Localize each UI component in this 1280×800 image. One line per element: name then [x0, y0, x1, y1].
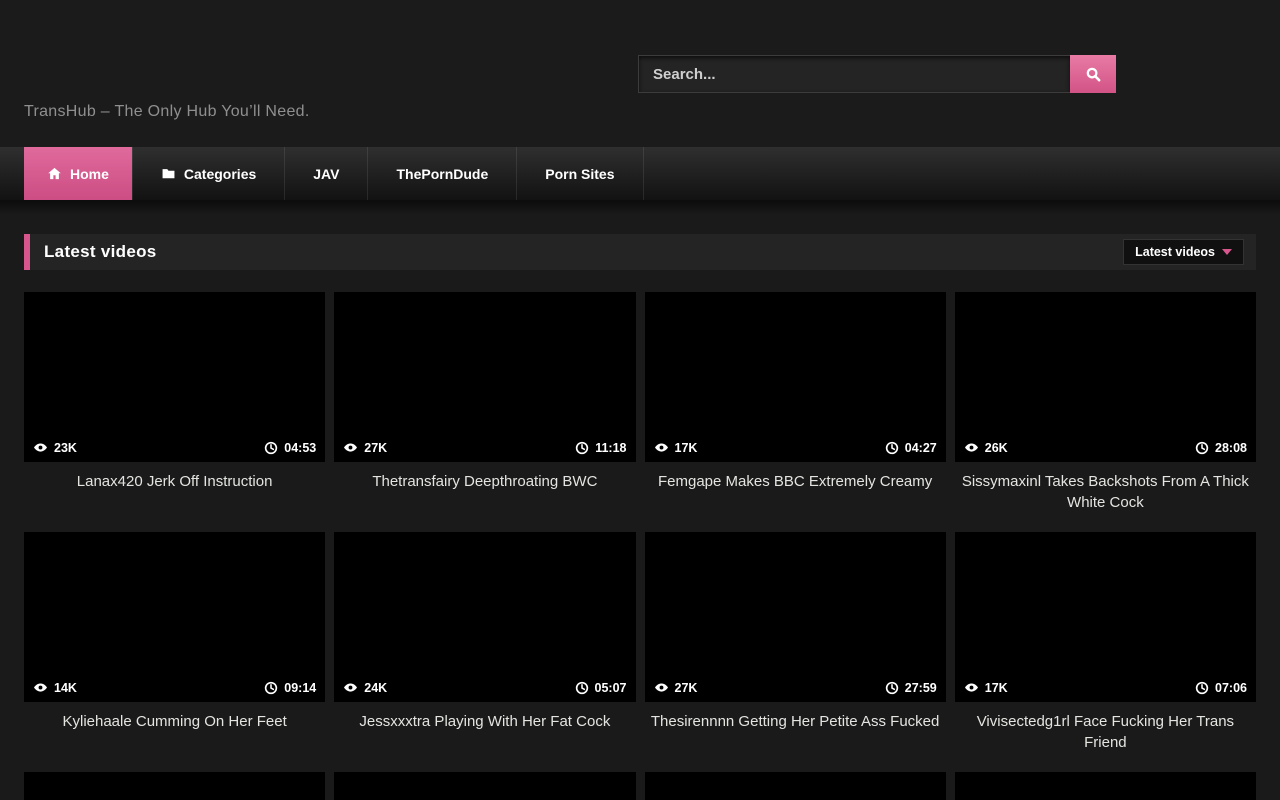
video-thumbnail[interactable]: [645, 772, 946, 800]
clock-icon: [264, 441, 278, 455]
video-thumbnail[interactable]: 26K 28:08: [955, 292, 1256, 462]
video-thumbnail[interactable]: 17K 04:27: [645, 292, 946, 462]
eye-icon: [343, 440, 358, 455]
video-card[interactable]: 24K 05:07 Jessxxxtra Playing With Her Fa…: [334, 532, 635, 772]
video-title[interactable]: Femgape Makes BBC Extremely Creamy: [645, 471, 946, 492]
video-card-partial[interactable]: [334, 772, 635, 800]
main-content: Latest videos Latest videos 23K: [0, 234, 1280, 800]
eye-icon: [964, 440, 979, 455]
video-thumbnail[interactable]: [955, 772, 1256, 800]
thumbnail-overlay: 23K 04:53: [24, 433, 325, 462]
video-card[interactable]: 27K 27:59 Thesirennnn Getting Her Petite…: [645, 532, 946, 772]
eye-icon: [33, 440, 48, 455]
view-count: 27K: [654, 680, 698, 695]
eye-icon: [654, 440, 669, 455]
nav-item-label: Porn Sites: [545, 166, 614, 182]
video-duration: 11:18: [575, 441, 626, 455]
video-thumbnail[interactable]: 14K 09:14: [24, 532, 325, 702]
video-card[interactable]: 26K 28:08 Sissymaxinl Takes Backshots Fr…: [955, 292, 1256, 532]
video-thumbnail[interactable]: 23K 04:53: [24, 292, 325, 462]
view-count: 23K: [33, 440, 77, 455]
video-thumbnail[interactable]: [334, 772, 635, 800]
search-button[interactable]: [1070, 55, 1116, 93]
video-card[interactable]: 17K 04:27 Femgape Makes BBC Extremely Cr…: [645, 292, 946, 532]
thumbnail-overlay: 27K 11:18: [334, 433, 635, 462]
section-title: Latest videos: [30, 242, 157, 262]
thumbnail-overlay: 24K 05:07: [334, 673, 635, 702]
video-title[interactable]: Thetransfairy Deepthroating BWC: [334, 471, 635, 492]
site-header: TransHub – The Only Hub You’ll Need.: [0, 0, 1280, 147]
video-duration: 04:53: [264, 441, 316, 455]
video-thumbnail[interactable]: 27K 27:59: [645, 532, 946, 702]
nav-item-label: Categories: [184, 166, 256, 182]
video-duration: 04:27: [885, 441, 937, 455]
video-thumbnail[interactable]: 24K 05:07: [334, 532, 635, 702]
eye-icon: [343, 680, 358, 695]
video-title[interactable]: Vivisectedg1rl Face Fucking Her Trans Fr…: [955, 711, 1256, 753]
view-count: 17K: [964, 680, 1008, 695]
video-duration: 09:14: [264, 681, 316, 695]
video-duration: 07:06: [1195, 681, 1247, 695]
home-icon: [47, 166, 62, 181]
video-card[interactable]: 14K 09:14 Kyliehaale Cumming On Her Feet: [24, 532, 325, 772]
search-input[interactable]: [638, 55, 1070, 93]
nav-item-label: JAV: [313, 166, 339, 182]
video-card-partial[interactable]: [955, 772, 1256, 800]
nav-item-label: ThePornDude: [396, 166, 488, 182]
clock-icon: [1195, 681, 1209, 695]
clock-icon: [885, 681, 899, 695]
clock-icon: [575, 441, 589, 455]
folder-icon: [161, 166, 176, 181]
nav-item-theporndude[interactable]: ThePornDude: [367, 147, 516, 200]
view-count: 26K: [964, 440, 1008, 455]
video-title[interactable]: Jessxxxtra Playing With Her Fat Cock: [334, 711, 635, 732]
eye-icon: [33, 680, 48, 695]
clock-icon: [575, 681, 589, 695]
nav-item-categories[interactable]: Categories: [132, 147, 284, 200]
chevron-down-icon: [1222, 249, 1232, 255]
video-title[interactable]: Sissymaxinl Takes Backshots From A Thick…: [955, 471, 1256, 513]
video-card[interactable]: 17K 07:06 Vivisectedg1rl Face Fucking He…: [955, 532, 1256, 772]
view-count: 27K: [343, 440, 387, 455]
nav-item-jav[interactable]: JAV: [284, 147, 367, 200]
clock-icon: [885, 441, 899, 455]
video-thumbnail[interactable]: 27K 11:18: [334, 292, 635, 462]
view-count: 17K: [654, 440, 698, 455]
video-card-partial[interactable]: [24, 772, 325, 800]
video-thumbnail[interactable]: 17K 07:06: [955, 532, 1256, 702]
clock-icon: [264, 681, 278, 695]
video-title[interactable]: Lanax420 Jerk Off Instruction: [24, 471, 325, 492]
video-title[interactable]: Thesirennnn Getting Her Petite Ass Fucke…: [645, 711, 946, 732]
video-duration: 05:07: [575, 681, 627, 695]
video-duration: 28:08: [1195, 441, 1247, 455]
sort-dropdown-button[interactable]: Latest videos: [1123, 239, 1244, 265]
clock-icon: [1195, 441, 1209, 455]
site-tagline: TransHub – The Only Hub You’ll Need.: [24, 103, 310, 121]
thumbnail-overlay: 27K 27:59: [645, 673, 946, 702]
nav-item-porn-sites[interactable]: Porn Sites: [516, 147, 643, 200]
eye-icon: [964, 680, 979, 695]
section-header: Latest videos Latest videos: [24, 234, 1256, 270]
search-icon: [1085, 66, 1102, 83]
video-thumbnail[interactable]: [24, 772, 325, 800]
thumbnail-overlay: 26K 28:08: [955, 433, 1256, 462]
eye-icon: [654, 680, 669, 695]
video-title[interactable]: Kyliehaale Cumming On Her Feet: [24, 711, 325, 732]
view-count: 14K: [33, 680, 77, 695]
video-duration: 27:59: [885, 681, 937, 695]
video-card[interactable]: 27K 11:18 Thetransfairy Deepthroating BW…: [334, 292, 635, 532]
video-card-partial[interactable]: [645, 772, 946, 800]
thumbnail-overlay: 17K 04:27: [645, 433, 946, 462]
thumbnail-overlay: 14K 09:14: [24, 673, 325, 702]
view-count: 24K: [343, 680, 387, 695]
thumbnail-overlay: 17K 07:06: [955, 673, 1256, 702]
nav-item-label: Home: [70, 166, 109, 182]
nav-item-home[interactable]: Home: [24, 147, 132, 200]
main-nav: Home Categories JAV ThePornDude Porn Sit…: [0, 147, 1280, 200]
search-bar: [638, 55, 1116, 93]
video-grid: 23K 04:53 Lanax420 Jerk Off Instruction: [24, 292, 1256, 800]
sort-dropdown-label: Latest videos: [1135, 245, 1215, 259]
nav-items: Home Categories JAV ThePornDude Porn Sit…: [24, 147, 1280, 200]
video-card[interactable]: 23K 04:53 Lanax420 Jerk Off Instruction: [24, 292, 325, 532]
